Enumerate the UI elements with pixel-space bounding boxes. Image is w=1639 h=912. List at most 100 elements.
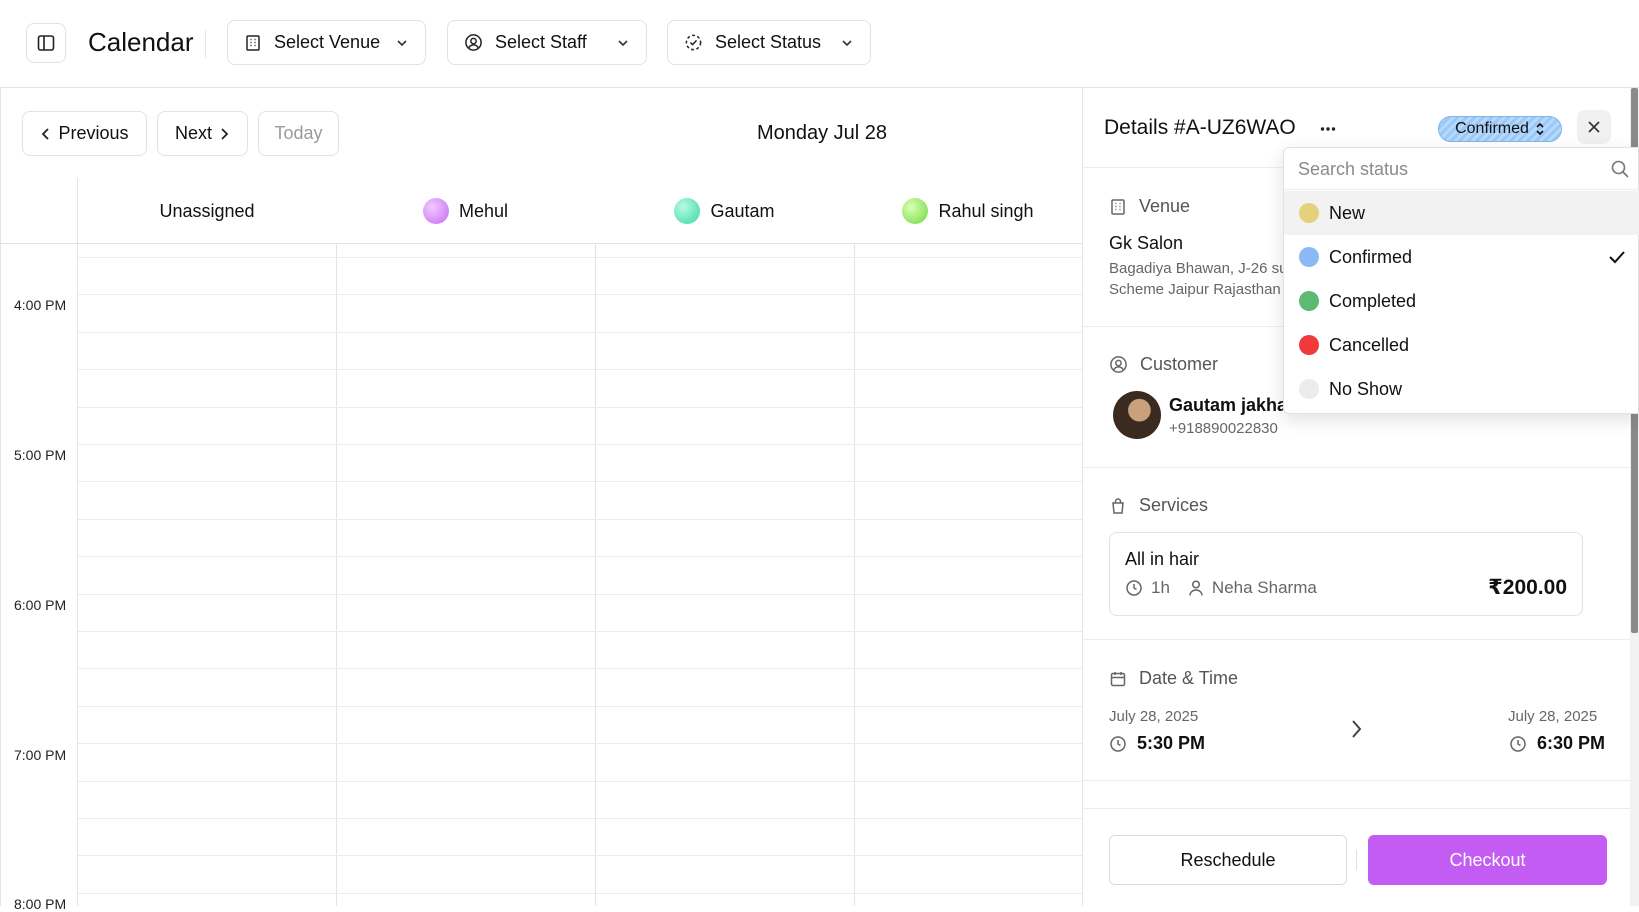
close-icon [1588,121,1600,133]
staff-avatar [902,198,929,224]
customer-name: Gautam jakha [1169,395,1288,415]
grid-line [78,706,1082,707]
status-color-dot [1299,335,1319,355]
chevron-down-icon [618,39,628,46]
grid-header-line [0,243,1082,244]
status-badge-label: Confirmed [1455,120,1529,137]
status-select[interactable]: Select Status [667,20,871,65]
status-option-new[interactable]: New [1284,191,1639,235]
status-option-confirmed[interactable]: Confirmed [1284,235,1639,279]
grid-line [78,369,1082,370]
divider [1083,639,1631,640]
close-button[interactable] [1577,110,1611,144]
user-icon [1189,580,1203,596]
today-label: Today [274,123,323,143]
checkout-button[interactable]: Checkout [1368,835,1607,885]
chevron-up-down-icon [1536,122,1544,136]
clock-icon [1510,735,1526,752]
staff-name: Mehul [458,200,509,221]
service-meta: 1h Neha Sharma [1125,578,1317,598]
calendar-icon [1110,671,1126,686]
venue-address-line2: Scheme Jaipur Rajasthan [1109,281,1281,298]
divider [1083,467,1631,468]
grid-line [854,244,855,906]
status-option-completed[interactable]: Completed [1284,279,1639,323]
service-duration: 1h [1151,578,1170,597]
next-label: Next [174,123,212,143]
end-time-row: 6:30 PM [1509,733,1605,754]
divider [1083,780,1631,781]
grid-line [78,257,1082,258]
status-option-label: Confirmed [1329,246,1413,267]
service-staff: Neha Sharma [1211,578,1317,597]
top-bar: Calendar Select Venue Select Staff Selec… [0,0,1639,88]
status-badge[interactable]: Confirmed [1438,116,1562,142]
user-circle-icon [465,34,482,51]
status-option-cancelled[interactable]: Cancelled [1284,323,1639,367]
service-price: ₹200.00 [1488,576,1567,599]
grid-line [78,407,1082,408]
status-color-dot [1299,291,1319,311]
check-icon [1609,251,1625,264]
end-time: 6:30 PM [1537,733,1606,753]
start-time: 5:30 PM [1137,733,1206,753]
staff-select[interactable]: Select Staff [447,20,647,65]
customer-heading: Customer [1140,354,1219,374]
status-dashed-icon [685,34,702,51]
staff-column-unassigned: Unassigned [78,178,336,244]
venue-select[interactable]: Select Venue [227,20,426,65]
grid-line [78,519,1082,520]
arrow-right-icon [1352,720,1362,738]
staff-name: Unassigned [159,200,255,221]
grid-line [78,332,1082,333]
start-time-row: 5:30 PM [1109,733,1205,754]
status-option-label: No Show [1329,378,1403,399]
divider [205,30,206,58]
divider [1356,850,1357,870]
next-button[interactable]: Next [157,111,248,156]
grid-line [595,244,596,906]
sidebar-toggle-button[interactable] [26,23,66,63]
grid-line [78,668,1082,669]
grid-line [78,444,1082,445]
previous-label: Previous [58,123,129,143]
shopping-bag-icon [1112,497,1124,514]
user-circle-icon [1110,356,1127,373]
time-label: 7:00 PM [14,747,67,763]
time-label: 8:00 PM [14,896,67,912]
time-label: 4:00 PM [14,297,67,313]
datetime-heading: Date & Time [1139,668,1239,688]
grid-line [78,818,1082,819]
venue-name: Gk Salon [1109,233,1184,253]
status-select-label: Select Status [715,32,822,52]
sidebar-icon [37,35,55,51]
service-card: All in hair 1h Neha Sharma ₹200.00 [1109,532,1583,616]
time-label: 5:00 PM [14,447,67,463]
service-name: All in hair [1125,549,1200,569]
staff-select-label: Select Staff [495,32,587,52]
customer-avatar [1113,391,1161,439]
building-icon [1111,198,1125,215]
chevron-right-icon [221,127,229,140]
building-icon [246,34,260,51]
staff-avatar [674,198,701,224]
grid-line [78,294,1082,295]
status-dropdown: New Confirmed Completed Cancelled No Sho… [1283,147,1639,414]
status-option-label: Cancelled [1329,334,1410,355]
staff-column-gautam: Gautam [595,178,854,244]
chevron-down-icon [842,39,852,46]
calendar-border [0,88,1,906]
status-option-no-show[interactable]: No Show [1284,367,1639,411]
details-title: Details #A-UZ6WAO [1104,116,1296,139]
venue-section-heading: Venue [1109,196,1190,217]
reschedule-button[interactable]: Reschedule [1109,835,1347,885]
grid-line [336,244,337,906]
clock-icon [1110,735,1126,752]
venue-select-label: Select Venue [274,32,381,52]
previous-button[interactable]: Previous [22,111,147,156]
search-icon [1610,159,1630,179]
more-options-button[interactable] [1319,120,1337,138]
status-search-input[interactable] [1298,157,1598,181]
venue-heading: Venue [1139,196,1191,216]
today-button[interactable]: Today [258,111,339,156]
